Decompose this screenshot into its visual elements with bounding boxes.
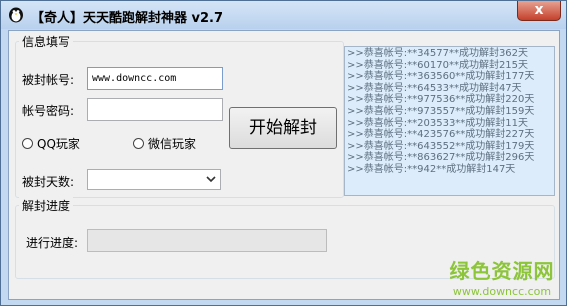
- days-label: 被封天数:: [22, 175, 75, 189]
- log-line: >>恭喜帐号:**64533**成功解封47天: [347, 82, 522, 94]
- radio-qq-player[interactable]: QQ玩家: [22, 135, 80, 152]
- chevron-down-icon: [206, 176, 216, 183]
- log-line: >>恭喜帐号:**363560**成功解封177天: [347, 71, 535, 83]
- log-line: >>恭喜帐号:**643552**成功解封179天: [347, 140, 535, 152]
- title-bar[interactable]: 【奇人】天天酷跑解封神器 v2.7 x: [1, 1, 566, 29]
- unlock-progress-bar: [87, 229, 327, 252]
- penguin-app-icon: [9, 7, 23, 23]
- radio-circle: [133, 138, 144, 149]
- app-window: 【奇人】天天酷跑解封神器 v2.7 x 信息填写 被封帐号: www.downc…: [0, 0, 567, 306]
- radio-wechat-label: 微信玩家: [148, 137, 197, 151]
- watermark-title: 绿色资源网: [449, 259, 555, 283]
- log-line: >>恭喜帐号:**423576**成功解封227天: [347, 129, 535, 141]
- log-line: >>恭喜帐号:**977536**成功解封220天: [347, 94, 535, 106]
- progress-group-title: 解封进度: [19, 197, 74, 214]
- close-button[interactable]: x: [517, 1, 561, 21]
- log-line: >>恭喜帐号:**973557**成功解封159天: [347, 105, 535, 117]
- password-field[interactable]: [87, 98, 223, 121]
- log-line: >>恭喜帐号:**942**成功解封147天: [347, 163, 516, 175]
- window-title: 【奇人】天天酷跑解封神器 v2.7: [31, 11, 224, 26]
- account-field[interactable]: www.downcc.com: [87, 67, 223, 90]
- log-line: >>恭喜帐号:**60170**成功解封215天: [347, 59, 529, 71]
- radio-circle: [22, 138, 33, 149]
- radio-qq-label: QQ玩家: [37, 137, 80, 151]
- watermark: 绿色资源网 www.downcc.com: [443, 255, 561, 298]
- watermark-url: www.downcc.com: [452, 285, 552, 298]
- log-line: >>恭喜帐号:**203533**成功解封11天: [347, 117, 529, 129]
- start-unlock-button[interactable]: 开始解封: [229, 107, 337, 149]
- password-label: 帐号密码:: [22, 104, 75, 118]
- radio-wechat-player[interactable]: 微信玩家: [133, 135, 196, 152]
- account-label: 被封帐号:: [22, 73, 75, 87]
- log-line: >>恭喜帐号:**34577**成功解封362天: [347, 48, 529, 59]
- days-select[interactable]: [87, 169, 221, 190]
- unlock-log-list[interactable]: >>恭喜帐号:**34577**成功解封362天 >>恭喜帐号:**60170*…: [344, 46, 555, 196]
- progress-label: 进行进度:: [26, 236, 79, 250]
- log-line: >>恭喜帐号:**863627**成功解封296天: [347, 152, 535, 164]
- info-group-title: 信息填写: [19, 33, 74, 50]
